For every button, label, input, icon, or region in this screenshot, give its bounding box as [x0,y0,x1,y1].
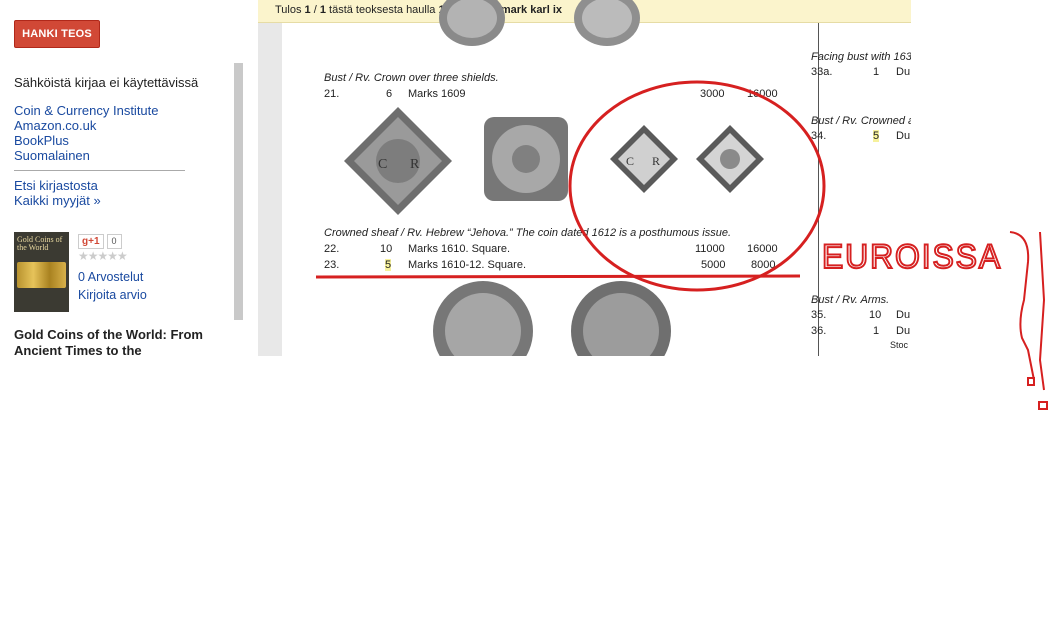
red-dot-2 [1038,401,1048,410]
red-dot-1 [1027,377,1035,386]
red-circle-annotation [568,80,826,292]
red-scribble-annotation [1009,231,1035,381]
red-underline-annotation [315,274,801,279]
red-exclamation-stroke [1038,231,1046,391]
handdrawn-annotation: EUROISSA [315,80,1048,410]
euroissa-annotation-text: EUROISSA [822,238,1002,276]
